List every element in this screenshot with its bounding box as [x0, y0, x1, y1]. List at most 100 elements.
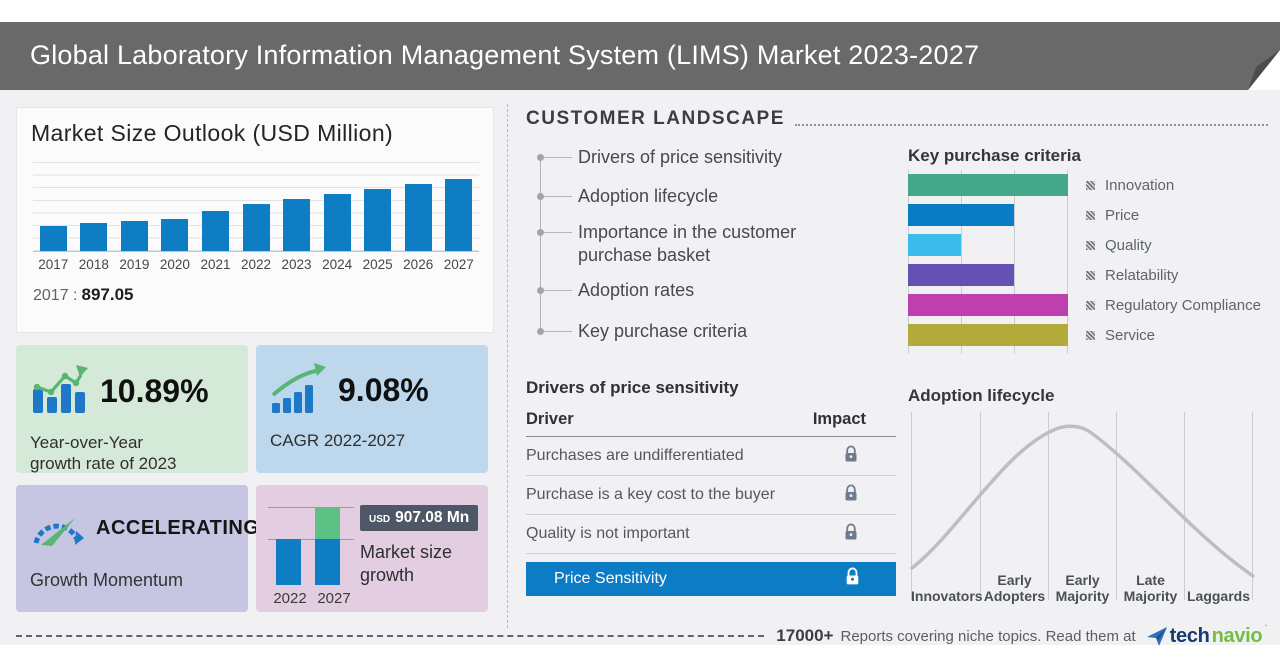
- report-count: 17000+: [776, 626, 834, 645]
- stage-label: Innovators: [911, 587, 983, 604]
- bar-service: [908, 324, 1068, 346]
- bar-price: [908, 204, 1014, 226]
- customer-landscape-header: CUSTOMER LANDSCAPE: [526, 108, 1268, 130]
- cagr-card: 9.08% CAGR 2022-2027: [256, 345, 488, 473]
- yoy-label-line2: growth rate of 2023: [30, 454, 177, 474]
- badge-amount: 907.08 Mn: [395, 509, 470, 526]
- speedometer-icon: [30, 503, 84, 554]
- legend-entry: Quality: [1086, 234, 1261, 256]
- column-driver: Driver: [526, 410, 574, 428]
- market-bar-2022: [242, 204, 270, 251]
- kpc-bars: [908, 174, 1068, 346]
- market-bar-2026: [404, 184, 432, 251]
- bar-track: [908, 294, 1068, 316]
- year-tick-label: 2017: [38, 257, 69, 272]
- infographic-page: Global Laboratory Information Management…: [0, 0, 1280, 670]
- list-item: Key purchase criteria: [526, 320, 886, 344]
- footer-message: Reports covering niche topics. Read them…: [840, 627, 1136, 645]
- header-bar: Global Laboratory Information Management…: [0, 22, 1280, 90]
- bar-slot: [317, 194, 358, 251]
- market-bar-2027: [445, 179, 473, 251]
- yoy-value: 10.89%: [100, 373, 209, 409]
- legend-label: Service: [1105, 326, 1156, 344]
- bar-track: [908, 234, 1068, 256]
- brand-navio: navio: [1211, 624, 1263, 647]
- bar-growth-zigzag-icon: [30, 363, 88, 420]
- kpc-legend: Innovation Price Quality Relatability Re…: [1086, 174, 1261, 346]
- legend-entry: Innovation: [1086, 174, 1261, 196]
- callout-year: 2017 :: [33, 287, 78, 304]
- content-area: Market Size Outlook (USD Million) 2017 20…: [0, 90, 1280, 645]
- market-bar-2024: [323, 194, 351, 251]
- price-sensitivity-title: Drivers of price sensitivity: [526, 378, 739, 397]
- momentum-label: Growth Momentum: [30, 570, 184, 590]
- dotted-rule: [794, 124, 1268, 126]
- cagr-label: CAGR 2022-2027: [270, 431, 406, 450]
- page-title: Global Laboratory Information Management…: [30, 40, 980, 70]
- bar-quality: [908, 234, 961, 256]
- year-tick-label: 2018: [78, 257, 109, 272]
- stage-label: Late Majority: [1123, 572, 1178, 604]
- customer-landscape-list: Drivers of price sensitivity Adoption li…: [526, 142, 886, 344]
- hatch-swatch-icon: [1086, 240, 1095, 250]
- year-tick-label: 2026: [403, 257, 434, 272]
- badge-currency: USD: [369, 514, 391, 525]
- list-item: Importance in the customer purchase bask…: [526, 221, 840, 266]
- brand-tech: tech: [1169, 624, 1210, 647]
- stage-label: Early Adopters: [983, 572, 1046, 604]
- bar-slot: [155, 219, 196, 251]
- market-size-growth-card: 2022 2027 USD 907.08 Mn Market size grow…: [256, 485, 488, 612]
- legend-entry: Regulatory Compliance: [1086, 294, 1261, 316]
- mini-bar-2027-growth: [315, 507, 340, 539]
- market-callout: 2017 :897.05: [33, 285, 493, 305]
- growth-label-line2: growth: [360, 564, 415, 585]
- year-tick-label: 2019: [119, 257, 150, 272]
- market-size-title: Market Size Outlook (USD Million): [31, 120, 394, 146]
- year-tick-label: 2020: [159, 257, 190, 272]
- paper-plane-icon: [1146, 627, 1167, 646]
- hatch-swatch-icon: [1086, 330, 1095, 340]
- hatch-swatch-icon: [1086, 180, 1095, 190]
- footer-dashed-rule: [16, 635, 765, 637]
- hatch-swatch-icon: [1086, 210, 1095, 220]
- lock-icon-white: [845, 567, 860, 591]
- legend-entry: Relatability: [1086, 264, 1261, 286]
- year-tick-label: 2022: [240, 257, 272, 272]
- yoy-label: Year-over-Year growth rate of 2023: [30, 432, 234, 475]
- reference-line-top: [268, 507, 354, 508]
- bar-slot: [74, 223, 115, 251]
- lock-icon: [844, 523, 858, 546]
- bar-relatability: [908, 264, 1014, 286]
- technavio-logo[interactable]: tech navio `: [1146, 624, 1268, 648]
- bar-slot: [114, 221, 155, 251]
- bar-slot: [195, 211, 236, 251]
- bar-slot: [33, 226, 74, 251]
- key-purchase-criteria-title: Key purchase criteria: [908, 146, 1081, 165]
- market-bar-2023: [283, 199, 311, 251]
- driver-text: Purchases are undifferentiated: [526, 447, 744, 464]
- legend-entry: Price: [1086, 204, 1261, 226]
- market-bar-2017: [39, 226, 67, 251]
- year-tick-label: 2025: [362, 257, 393, 272]
- lock-icon: [844, 484, 858, 507]
- adoption-lifecycle-title: Adoption lifecycle: [908, 386, 1055, 405]
- cagr-value: 9.08%: [338, 372, 429, 408]
- year-tick-label: 2027: [443, 257, 474, 272]
- market-years: 2017 2018 2019 2020 2021 2022 2023 2024 2025 2026…: [33, 257, 479, 272]
- growth-amount-badge: USD 907.08 Mn: [360, 505, 479, 531]
- adoption-lifecycle-chart: Innovators Early Adopters Early Majority…: [908, 410, 1258, 608]
- highlight-text: Price Sensitivity: [554, 570, 667, 587]
- table-header: Driver Impact: [526, 410, 896, 437]
- year-tick-label: 2023: [281, 257, 312, 272]
- market-bar-2025: [364, 189, 392, 251]
- bar-slot: [276, 199, 317, 251]
- market-size-chart: [33, 162, 479, 252]
- hatch-swatch-icon: [1086, 300, 1095, 310]
- mini-year-2022: 2022: [273, 590, 307, 607]
- mini-bar-2022: [276, 539, 301, 585]
- legend-label: Quality: [1105, 236, 1152, 254]
- table-row: Purchase is a key cost to the buyer: [526, 476, 896, 515]
- bar-slot: [357, 189, 398, 251]
- bar-slot: [438, 179, 479, 251]
- year-tick-label: 2021: [200, 257, 231, 272]
